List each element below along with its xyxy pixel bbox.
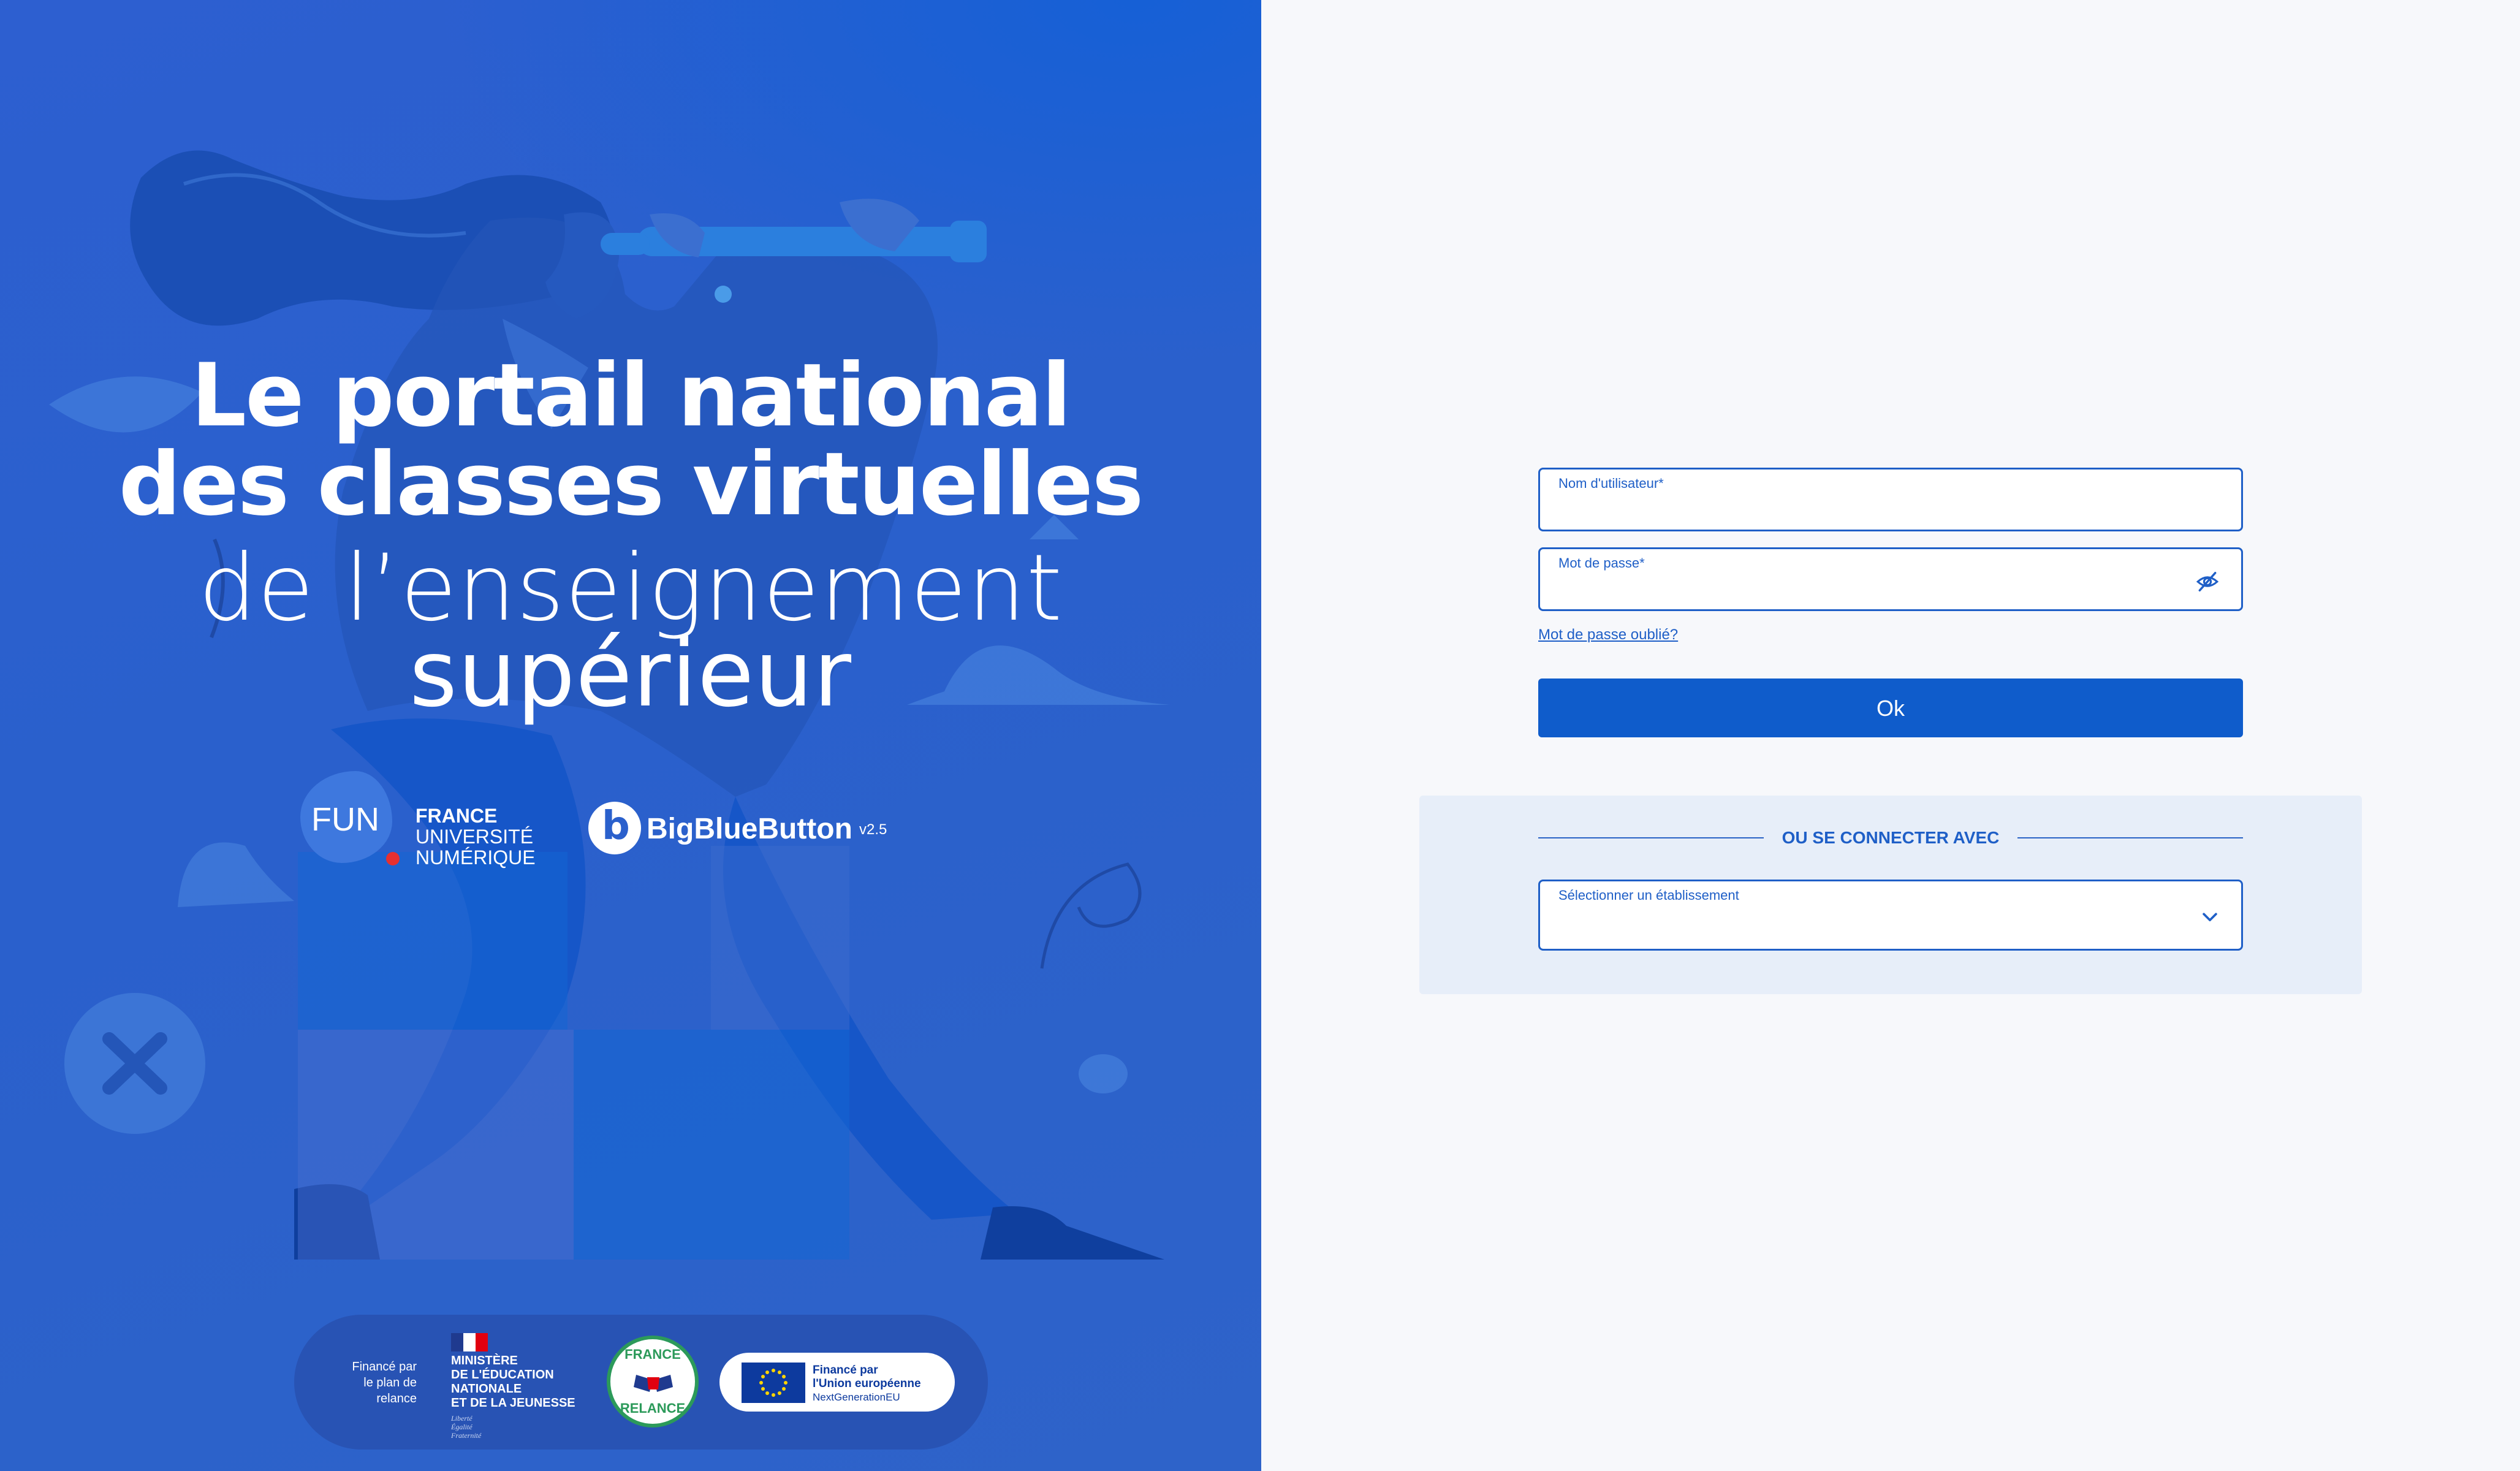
password-field[interactable]: Mot de passe*	[1538, 547, 2243, 611]
sso-title: OU SE CONNECTER AVEC	[1782, 828, 2000, 847]
ministry-name: MINISTÈRE DE L'ÉDUCATION NATIONALE ET DE…	[451, 1354, 575, 1410]
crossed-flags-icon	[634, 1375, 673, 1392]
bigbluebutton-version: v2.5	[859, 821, 887, 838]
motto-line-2: Égalité	[451, 1423, 473, 1431]
motto-line-1: Liberté	[451, 1414, 473, 1423]
fun-logo-name: FRANCE UNIVERSITÉ NUMÉRIQUE	[416, 805, 536, 868]
hero-panel: Le portail national des classes virtuell…	[0, 0, 1261, 1471]
bigbluebutton-icon: b	[588, 802, 641, 854]
eu-line-3: NextGenerationEU	[813, 1391, 900, 1403]
username-field[interactable]: Nom d'utilisateur*	[1538, 468, 2243, 531]
fun-logo-text: FUN	[311, 801, 379, 838]
eu-line-2: l'Union européenne	[813, 1377, 921, 1390]
ok-button[interactable]: Ok	[1538, 678, 2243, 737]
username-input[interactable]	[1558, 496, 2186, 525]
fun-logo-mark: FUN	[300, 771, 392, 863]
funding-label: Financé par le plan de relance	[352, 1360, 417, 1405]
france-relance-logo: FRANCE RELANCE	[607, 1336, 699, 1427]
establishment-select-label: Sélectionner un établissement	[1558, 888, 1739, 903]
chevron-down-icon[interactable]	[2199, 907, 2220, 928]
funding-logos-bar: Financé par le plan de relance MINISTÈRE…	[294, 1315, 988, 1450]
fun-name-line-1: FRANCE	[416, 805, 498, 827]
sso-section: OU SE CONNECTER AVEC Sélectionner un éta…	[1419, 796, 2362, 994]
fun-logo: FUN	[300, 771, 404, 865]
eu-funding-badge: Financé par l'Union européenne NextGener…	[719, 1353, 955, 1412]
forgot-password-link[interactable]: Mot de passe oublié?	[1538, 626, 1678, 644]
relance-top-text: FRANCE	[624, 1347, 681, 1362]
hero-title-line-2: des classes virtuelles	[118, 434, 1144, 535]
eu-funding-text: Financé par l'Union européenne NextGener…	[813, 1364, 921, 1404]
password-input[interactable]	[1558, 576, 2186, 604]
fun-name-line-2: UNIVERSITÉ	[416, 826, 534, 848]
fun-logo-dot	[386, 852, 400, 865]
bigbluebutton-name: BigBlueButton	[647, 813, 852, 845]
fun-name-line-3: NUMÉRIQUE	[416, 846, 536, 869]
login-page: Le portail national des classes virtuell…	[0, 0, 2520, 1471]
motto-line-3: Fraternité	[451, 1431, 482, 1440]
sso-divider-left	[1538, 837, 1764, 838]
username-label: Nom d'utilisateur*	[1558, 476, 1664, 491]
french-flag-icon	[451, 1333, 488, 1351]
ministry-line-3: NATIONALE	[451, 1382, 522, 1396]
hero-subtitle-line-2: supérieur	[409, 621, 852, 728]
republic-motto: Liberté Égalité Fraternité	[451, 1414, 481, 1440]
relance-bottom-text: RELANCE	[620, 1401, 686, 1416]
login-panel: Nom d'utilisateur* Mot de passe* Mot de …	[1261, 0, 2520, 1471]
password-label: Mot de passe*	[1558, 555, 1645, 571]
eu-flag-icon	[742, 1363, 805, 1403]
establishment-select[interactable]: Sélectionner un établissement	[1538, 880, 2243, 951]
hero-illustration	[49, 150, 1171, 1260]
eu-line-1: Financé par	[813, 1364, 878, 1377]
ministry-line-4: ET DE LA JEUNESSE	[451, 1396, 575, 1410]
ministry-line-2: DE L'ÉDUCATION	[451, 1368, 554, 1382]
sso-divider-right	[2017, 837, 2243, 838]
ministry-line-1: MINISTÈRE	[451, 1354, 518, 1367]
hero-title-line-1: Le portail national	[191, 345, 1072, 446]
eye-slash-icon[interactable]	[2196, 570, 2219, 593]
